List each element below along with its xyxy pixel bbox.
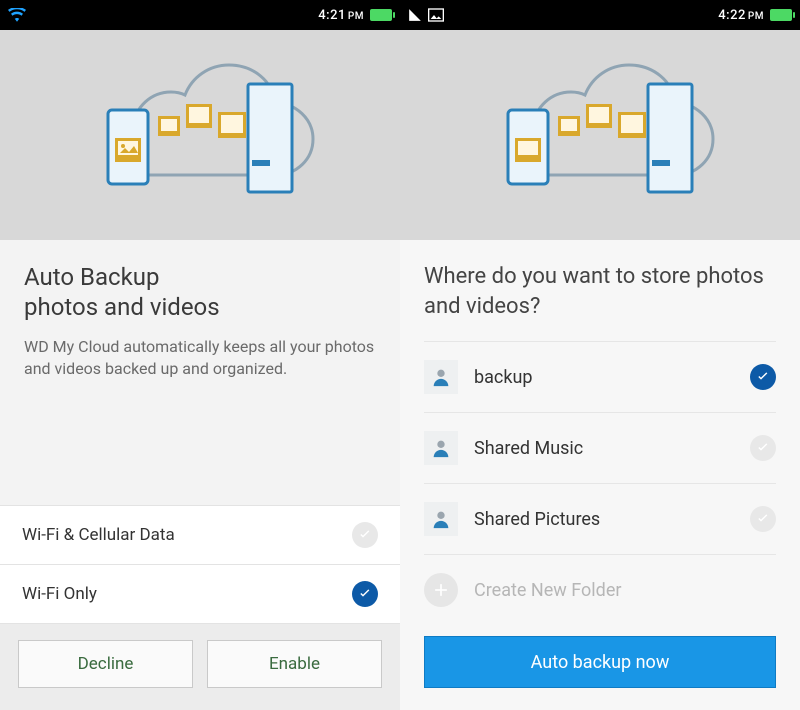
- auto-backup-now-button[interactable]: Auto backup now: [424, 636, 776, 688]
- page-title: Where do you want to store photos and vi…: [424, 262, 776, 321]
- screen-choose-folder: 4:22PM Where do you want to store photos…: [400, 0, 800, 710]
- picture-icon: [428, 8, 444, 22]
- status-bar: 4:21PM: [0, 0, 400, 30]
- cloud-backup-illustration: [470, 60, 730, 210]
- status-time: 4:22PM: [718, 8, 764, 23]
- check-icon: [750, 364, 776, 390]
- hero-illustration: [0, 30, 400, 240]
- enable-button[interactable]: Enable: [207, 640, 382, 688]
- folder-row-shared-music[interactable]: Shared Music: [424, 412, 776, 483]
- person-icon: [424, 360, 458, 394]
- folder-label: Shared Pictures: [474, 509, 734, 530]
- page-description: WD My Cloud automatically keeps all your…: [24, 336, 376, 381]
- check-icon: [750, 506, 776, 532]
- action-buttons: Decline Enable: [0, 624, 400, 710]
- wifi-icon: [8, 8, 26, 22]
- plus-icon: [424, 573, 458, 607]
- option-wifi-cellular[interactable]: Wi-Fi & Cellular Data: [0, 506, 400, 565]
- page-title: Auto Backup photos and videos: [24, 262, 376, 322]
- create-new-folder[interactable]: Create New Folder: [424, 554, 776, 625]
- folder-label: backup: [474, 367, 734, 388]
- status-bar: 4:22PM: [400, 0, 800, 30]
- battery-icon: [370, 9, 392, 21]
- option-label: Wi-Fi & Cellular Data: [22, 525, 175, 545]
- status-time: 4:21PM: [318, 8, 364, 23]
- person-icon: [424, 502, 458, 536]
- folder-row-backup[interactable]: backup: [424, 341, 776, 412]
- folder-list: backup Shared Music Shared Pictures: [400, 335, 800, 625]
- network-option-list: Wi-Fi & Cellular Data Wi-Fi Only: [0, 505, 400, 624]
- option-wifi-only[interactable]: Wi-Fi Only: [0, 565, 400, 624]
- decline-button[interactable]: Decline: [18, 640, 193, 688]
- check-icon: [352, 522, 378, 548]
- cloud-backup-illustration: [70, 60, 330, 210]
- folder-row-shared-pictures[interactable]: Shared Pictures: [424, 483, 776, 554]
- check-icon: [352, 581, 378, 607]
- folder-label: Shared Music: [474, 438, 734, 459]
- create-folder-label: Create New Folder: [474, 580, 776, 601]
- battery-icon: [770, 9, 792, 21]
- screen-auto-backup: 4:21PM Auto Backup photos and videos W: [0, 0, 400, 710]
- option-label: Wi-Fi Only: [22, 584, 97, 604]
- hero-illustration: [400, 30, 800, 240]
- check-icon: [750, 435, 776, 461]
- signal-icon: [408, 8, 422, 22]
- person-icon: [424, 431, 458, 465]
